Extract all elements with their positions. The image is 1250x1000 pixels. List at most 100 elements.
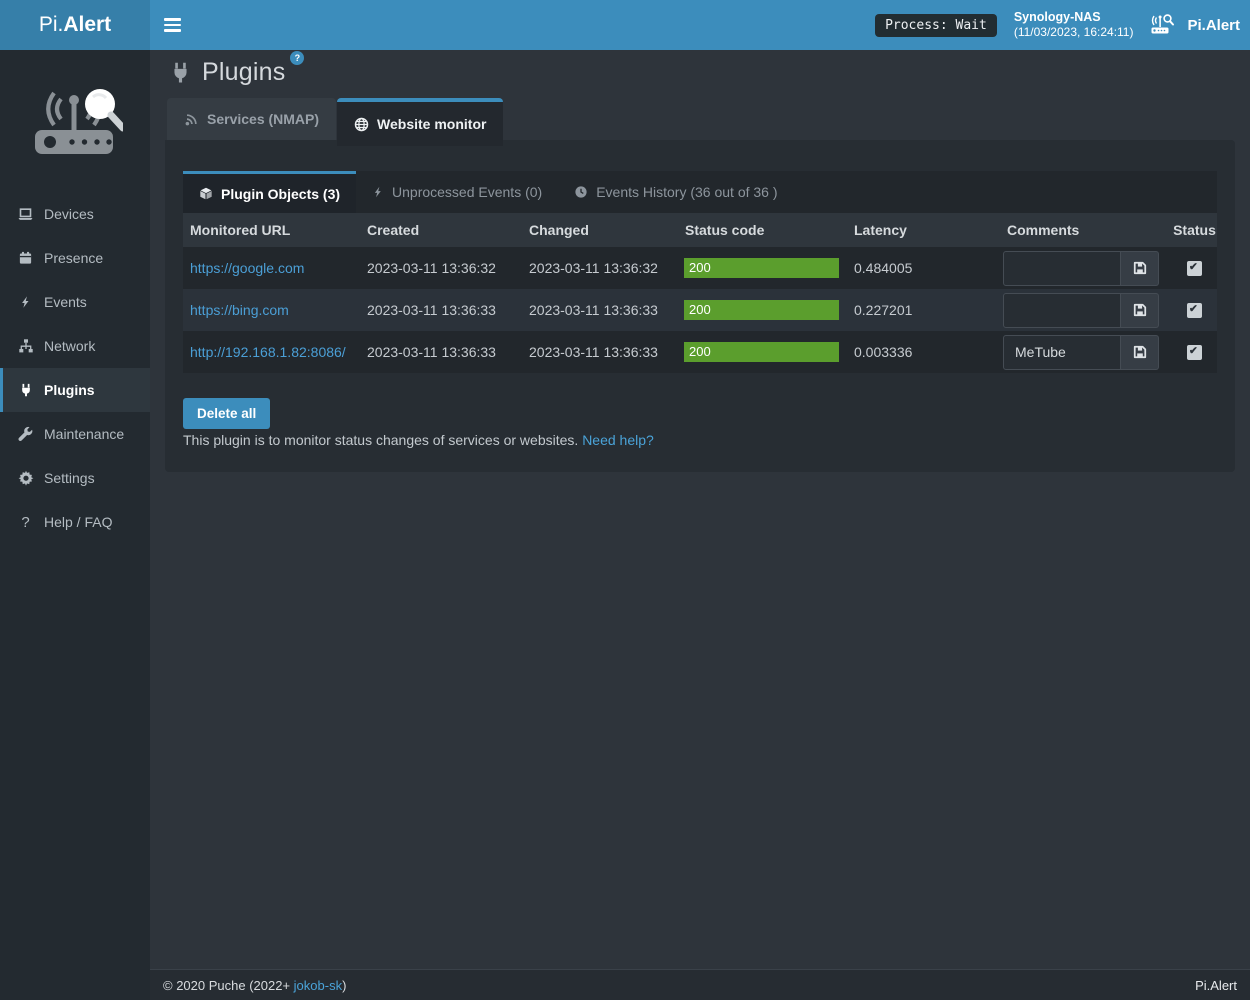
- gear-icon: [16, 470, 35, 486]
- tab-unprocessed-events[interactable]: Unprocessed Events (0): [356, 171, 558, 213]
- plugin-tabs: Services (NMAP) Website monitor: [167, 98, 504, 146]
- brand-logo[interactable]: Pi.Alert: [0, 0, 150, 50]
- sidebar-item-help[interactable]: ? Help / FAQ: [0, 500, 150, 544]
- comment-input-group: [1003, 251, 1159, 286]
- sidebar-item-label: Plugins: [44, 382, 95, 398]
- created-cell: 2023-03-11 13:36:32: [360, 260, 522, 276]
- clock-icon: [574, 185, 588, 199]
- changed-cell: 2023-03-11 13:36:33: [522, 344, 684, 360]
- sidebar-item-events[interactable]: Events: [0, 280, 150, 324]
- comment-input[interactable]: [1003, 251, 1121, 286]
- col-comments: Comments: [1003, 222, 1172, 238]
- sidebar: Devices Presence Events Network: [0, 50, 150, 1000]
- monitored-url-link[interactable]: https://google.com: [190, 260, 304, 276]
- process-status-badge: Process: Wait: [875, 14, 997, 37]
- comment-input-group: [1003, 293, 1159, 328]
- sidebar-item-label: Maintenance: [44, 426, 124, 442]
- latency-cell: 0.003336: [847, 344, 1003, 360]
- description-text: This plugin is to monitor status changes…: [183, 432, 578, 448]
- top-navbar: Pi.Alert Process: Wait Synology-NAS (11/…: [0, 0, 1250, 50]
- device-timestamp: (11/03/2023, 16:24:11): [1014, 25, 1134, 41]
- sidebar-item-plugins[interactable]: Plugins: [0, 368, 150, 412]
- footer: © 2020 Puche (2022+ jokob-sk) Pi.Alert: [150, 969, 1250, 1000]
- monitored-urls-table: Monitored URL Created Changed Status cod…: [183, 213, 1217, 373]
- footer-brand: Pi.Alert: [1195, 978, 1237, 993]
- jokob-sk-link[interactable]: jokob-sk: [294, 978, 342, 993]
- bolt-icon: [372, 185, 384, 199]
- brand-suffix: Alert: [63, 13, 111, 37]
- monitored-url-link[interactable]: http://192.168.1.82:8086/: [190, 344, 346, 360]
- plug-icon: [170, 61, 191, 84]
- sidebar-menu: Devices Presence Events Network: [0, 192, 150, 544]
- wrench-icon: [16, 426, 35, 442]
- laptop-icon: [16, 206, 35, 222]
- router-search-icon: [1150, 13, 1179, 37]
- tab-services-nmap[interactable]: Services (NMAP): [167, 98, 336, 140]
- col-changed: Changed: [522, 222, 684, 238]
- created-cell: 2023-03-11 13:36:33: [360, 302, 522, 318]
- copyright: © 2020 Puche (2022+ jokob-sk): [163, 978, 346, 993]
- save-comment-button[interactable]: [1121, 335, 1159, 370]
- router-search-logo: [27, 72, 123, 168]
- header-brand[interactable]: Pi.Alert: [1150, 13, 1240, 37]
- status-checkbox[interactable]: [1187, 261, 1202, 276]
- plugin-inner-tabs: Plugin Objects (3) Unprocessed Events (0…: [183, 171, 1217, 213]
- globe-icon: [354, 117, 369, 132]
- sidebar-item-devices[interactable]: Devices: [0, 192, 150, 236]
- table-row: http://192.168.1.82:8086/ 2023-03-11 13:…: [183, 331, 1217, 373]
- status-code-bar: 200: [684, 342, 839, 362]
- save-comment-button[interactable]: [1121, 293, 1159, 328]
- signal-icon: [184, 112, 199, 127]
- changed-cell: 2023-03-11 13:36:32: [522, 260, 684, 276]
- changed-cell: 2023-03-11 13:36:33: [522, 302, 684, 318]
- sidebar-item-label: Settings: [44, 470, 95, 486]
- pialert-app: Pi.Alert Process: Wait Synology-NAS (11/…: [0, 0, 1250, 1000]
- col-status: Status: [1172, 222, 1217, 238]
- sidebar-item-settings[interactable]: Settings: [0, 456, 150, 500]
- save-icon: [1133, 345, 1147, 359]
- cube-icon: [199, 187, 213, 201]
- sidebar-item-label: Presence: [44, 250, 103, 266]
- table-row: https://google.com 2023-03-11 13:36:32 2…: [183, 247, 1217, 289]
- page-header: Plugins ?: [170, 52, 304, 92]
- status-checkbox[interactable]: [1187, 303, 1202, 318]
- save-icon: [1133, 303, 1147, 317]
- comment-input-group: [1003, 335, 1159, 370]
- tab-label: Plugin Objects (3): [221, 186, 340, 202]
- sidebar-item-maintenance[interactable]: Maintenance: [0, 412, 150, 456]
- sidebar-item-label: Network: [44, 338, 95, 354]
- save-comment-button[interactable]: [1121, 251, 1159, 286]
- latency-cell: 0.227201: [847, 302, 1003, 318]
- brand-prefix: Pi.: [39, 13, 64, 37]
- tab-events-history[interactable]: Events History (36 out of 36 ): [558, 171, 793, 213]
- comment-input[interactable]: [1003, 293, 1121, 328]
- question-icon: ?: [16, 514, 35, 531]
- col-status-code: Status code: [684, 222, 847, 238]
- created-cell: 2023-03-11 13:36:33: [360, 344, 522, 360]
- plug-icon: [16, 382, 35, 398]
- sidebar-item-presence[interactable]: Presence: [0, 236, 150, 280]
- delete-all-button[interactable]: Delete all: [183, 398, 270, 429]
- status-checkbox[interactable]: [1187, 345, 1202, 360]
- sidebar-item-label: Events: [44, 294, 87, 310]
- tab-website-monitor[interactable]: Website monitor: [337, 98, 503, 146]
- need-help-link[interactable]: Need help?: [582, 432, 654, 448]
- hamburger-icon: [164, 18, 181, 20]
- col-latency: Latency: [847, 222, 1003, 238]
- calendar-icon: [16, 250, 35, 266]
- header-right-cluster: Process: Wait Synology-NAS (11/03/2023, …: [875, 0, 1240, 50]
- tab-label: Events History (36 out of 36 ): [596, 184, 777, 200]
- comment-input[interactable]: [1003, 335, 1121, 370]
- tab-label: Website monitor: [377, 116, 486, 132]
- help-badge[interactable]: ?: [290, 51, 304, 65]
- table-header-row: Monitored URL Created Changed Status cod…: [183, 213, 1217, 247]
- tab-plugin-objects[interactable]: Plugin Objects (3): [183, 171, 356, 213]
- status-code-bar: 200: [684, 258, 839, 278]
- latency-cell: 0.484005: [847, 260, 1003, 276]
- sidebar-item-label: Help / FAQ: [44, 514, 112, 530]
- website-monitor-panel: Plugin Objects (3) Unprocessed Events (0…: [165, 140, 1235, 472]
- copyright-prefix: © 2020 Puche (2022+: [163, 978, 294, 993]
- sidebar-item-network[interactable]: Network: [0, 324, 150, 368]
- sidebar-toggle-button[interactable]: [150, 0, 195, 50]
- monitored-url-link[interactable]: https://bing.com: [190, 302, 289, 318]
